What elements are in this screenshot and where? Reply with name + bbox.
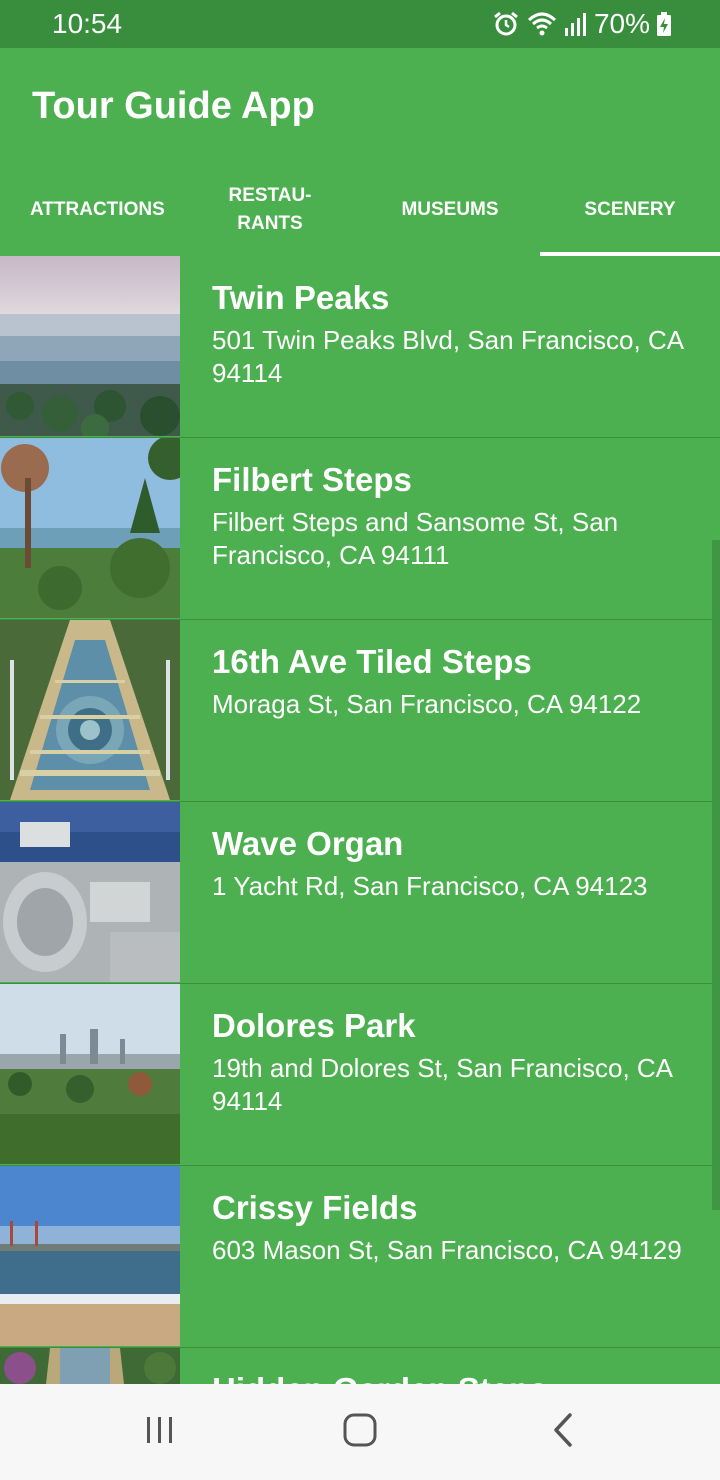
tab-bar: ATTRACTIONS RESTAU- RANTS MUSEUMS SCENER… — [0, 164, 720, 256]
place-image-crissy-fields — [0, 1166, 180, 1346]
list-item[interactable]: Crissy Fields 603 Mason St, San Francisc… — [0, 1166, 720, 1348]
place-address: Moraga St, San Francisco, CA 94122 — [212, 689, 642, 719]
place-address: Filbert Steps and Sansome St, San Franci… — [212, 507, 619, 570]
place-address: 19th and Dolores St, San Francisco, CA 9… — [212, 1053, 672, 1116]
place-image-16th-ave-tiled-steps — [0, 620, 180, 800]
place-title: Dolores Park — [212, 1007, 416, 1044]
tab-label: SCENERY — [584, 199, 676, 220]
list-item[interactable]: Hidden Garden Steps — [0, 1348, 720, 1384]
signal-icon — [564, 10, 588, 38]
home-button[interactable] — [336, 1408, 384, 1456]
place-image-hidden-garden-steps — [0, 1348, 180, 1384]
place-image-wave-organ — [0, 802, 180, 982]
place-title: Crissy Fields — [212, 1189, 418, 1226]
place-title: Wave Organ — [212, 825, 404, 862]
place-title: Twin Peaks — [212, 279, 390, 316]
status-time: 10:54 — [52, 8, 123, 39]
list-item[interactable]: Filbert Steps Filbert Steps and Sansome … — [0, 438, 720, 620]
battery-percent: 70% — [593, 8, 650, 39]
battery-charging-icon — [656, 10, 672, 38]
list-item[interactable]: Dolores Park 19th and Dolores St, San Fr… — [0, 984, 720, 1166]
status-bar: 10:54 70% — [0, 0, 720, 48]
place-image-filbert-steps — [0, 438, 180, 618]
app-bar: Tour Guide App ATTRACTIONS RESTAU- RANTS… — [0, 48, 720, 256]
home-icon — [342, 1412, 378, 1453]
alarm-icon — [492, 10, 520, 38]
tab-museums[interactable]: MUSEUMS — [360, 164, 540, 256]
tab-label: ATTRACTIONS — [30, 199, 165, 220]
tab-label: MUSEUMS — [401, 199, 499, 220]
place-title: 16th Ave Tiled Steps — [212, 643, 532, 680]
recents-icon — [144, 1414, 176, 1451]
scrollbar[interactable] — [712, 540, 720, 1210]
place-image-dolores-park — [0, 984, 180, 1164]
wifi-icon — [526, 10, 558, 38]
status-icons: 70% — [492, 8, 672, 40]
place-title: Filbert Steps — [212, 461, 412, 498]
place-title: Hidden Garden Steps — [212, 1370, 548, 1384]
place-image-twin-peaks — [0, 256, 180, 436]
tab-scenery[interactable]: SCENERY — [540, 164, 720, 256]
app-title: Tour Guide App — [32, 85, 315, 127]
place-address: 501 Twin Peaks Blvd, San Francisco, CA 9… — [212, 325, 683, 388]
tab-label: RESTAU- RANTS — [228, 185, 312, 234]
places-list[interactable]: Twin Peaks 501 Twin Peaks Blvd, San Fran… — [0, 256, 720, 1384]
list-item[interactable]: 16th Ave Tiled Steps Moraga St, San Fran… — [0, 620, 720, 802]
place-address: 603 Mason St, San Francisco, CA 94129 — [212, 1235, 682, 1265]
back-icon — [550, 1412, 578, 1453]
back-button[interactable] — [540, 1408, 588, 1456]
place-address: 1 Yacht Rd, San Francisco, CA 94123 — [212, 871, 648, 901]
recents-button[interactable] — [136, 1408, 184, 1456]
list-item[interactable]: Twin Peaks 501 Twin Peaks Blvd, San Fran… — [0, 256, 720, 438]
tab-restaurants[interactable]: RESTAU- RANTS — [180, 164, 360, 256]
navigation-bar — [0, 1384, 720, 1480]
tab-attractions[interactable]: ATTRACTIONS — [0, 164, 180, 256]
list-item[interactable]: Wave Organ 1 Yacht Rd, San Francisco, CA… — [0, 802, 720, 984]
